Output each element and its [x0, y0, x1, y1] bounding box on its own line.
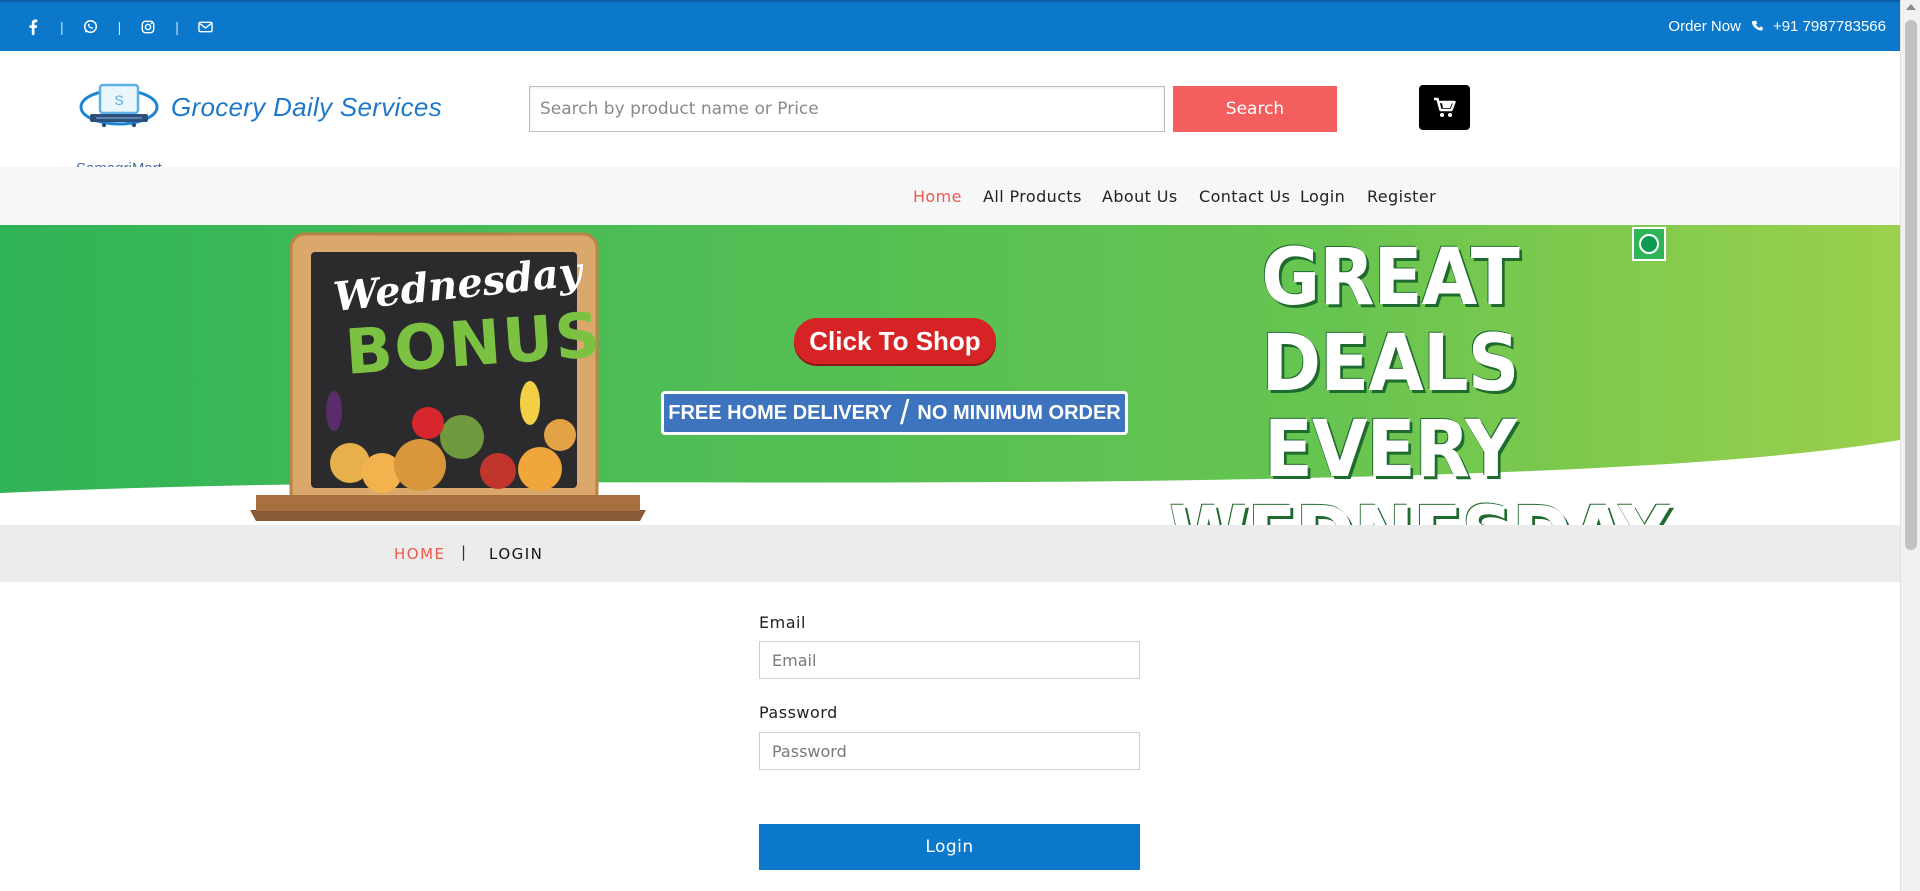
breadcrumb: HOME | LOGIN: [0, 525, 1900, 582]
delivery-ribbon: FREE HOME DELIVERY / NO MINIMUM ORDER: [661, 391, 1128, 435]
cart-icon: [1433, 97, 1456, 117]
svg-text:S: S: [114, 92, 123, 108]
slider-dot-icon: [1639, 234, 1659, 254]
phone-number: +91 7987783566: [1772, 18, 1886, 35]
email-field[interactable]: [759, 641, 1140, 679]
scrollbar-thumb[interactable]: [1905, 20, 1917, 550]
delivery-right-text: NO MINIMUM ORDER: [917, 401, 1121, 424]
top-bar: | | | Order Now +91 7987783566: [0, 0, 1900, 51]
breadcrumb-separator: |: [461, 543, 467, 561]
cart-button[interactable]: [1419, 85, 1470, 130]
email-label: Email: [759, 613, 806, 632]
social-separator: |: [60, 18, 64, 35]
site-title[interactable]: Grocery Daily Services: [171, 92, 442, 123]
headline-line-2: EVERY: [1263, 405, 1517, 495]
instagram-icon[interactable]: [139, 18, 157, 36]
social-links: | | |: [24, 2, 215, 51]
slider-indicator[interactable]: [1632, 227, 1666, 261]
search-input[interactable]: [529, 86, 1165, 132]
breadcrumb-current: LOGIN: [489, 545, 544, 563]
order-now-label: Order Now: [1668, 18, 1741, 35]
breadcrumb-home[interactable]: HOME: [394, 545, 446, 563]
headline-line-1: GREAT DEALS: [1261, 233, 1519, 409]
main-nav: Home All Products About Us Contact Us Lo…: [0, 167, 1900, 225]
social-separator: |: [117, 18, 122, 35]
nav-item-login[interactable]: Login: [1300, 187, 1345, 206]
order-now[interactable]: Order Now +91 7987783566: [1668, 2, 1886, 51]
nav-item-contact-us[interactable]: Contact Us: [1199, 187, 1290, 206]
phone-icon: [1751, 20, 1765, 34]
logo-icon: S: [79, 83, 159, 128]
promo-banner[interactable]: Wednesday BONUS Click To Shop FREE HOME …: [0, 225, 1900, 525]
delivery-slash: /: [899, 393, 910, 432]
mail-icon[interactable]: [197, 18, 215, 36]
password-field[interactable]: [759, 732, 1140, 770]
nav-item-all-products[interactable]: All Products: [983, 187, 1082, 206]
click-to-shop-button[interactable]: Click To Shop: [794, 318, 996, 364]
whatsapp-icon[interactable]: [82, 18, 100, 36]
page-scrollbar[interactable]: [1900, 0, 1920, 891]
search-button[interactable]: Search: [1173, 86, 1337, 132]
scroll-up-icon[interactable]: [1906, 4, 1916, 10]
facebook-icon[interactable]: [24, 18, 42, 36]
social-separator: |: [175, 18, 179, 35]
delivery-left-text: FREE HOME DELIVERY: [668, 401, 892, 424]
headline-line-3: WEDNESDAY: [1169, 493, 1670, 525]
banner-artwork: [0, 232, 1900, 525]
nav-item-home[interactable]: Home: [913, 187, 962, 206]
nav-item-register[interactable]: Register: [1367, 187, 1436, 206]
site-header: S SamagriMart Grocery Daily Services Sea…: [0, 51, 1900, 177]
banner-headline: GREAT DEALS EVERY WEDNESDAY: [1169, 233, 1670, 525]
nav-item-about-us[interactable]: About Us: [1102, 187, 1178, 206]
login-button[interactable]: Login: [759, 824, 1140, 870]
password-label: Password: [759, 703, 838, 722]
site-logo[interactable]: S SamagriMart: [74, 81, 174, 177]
